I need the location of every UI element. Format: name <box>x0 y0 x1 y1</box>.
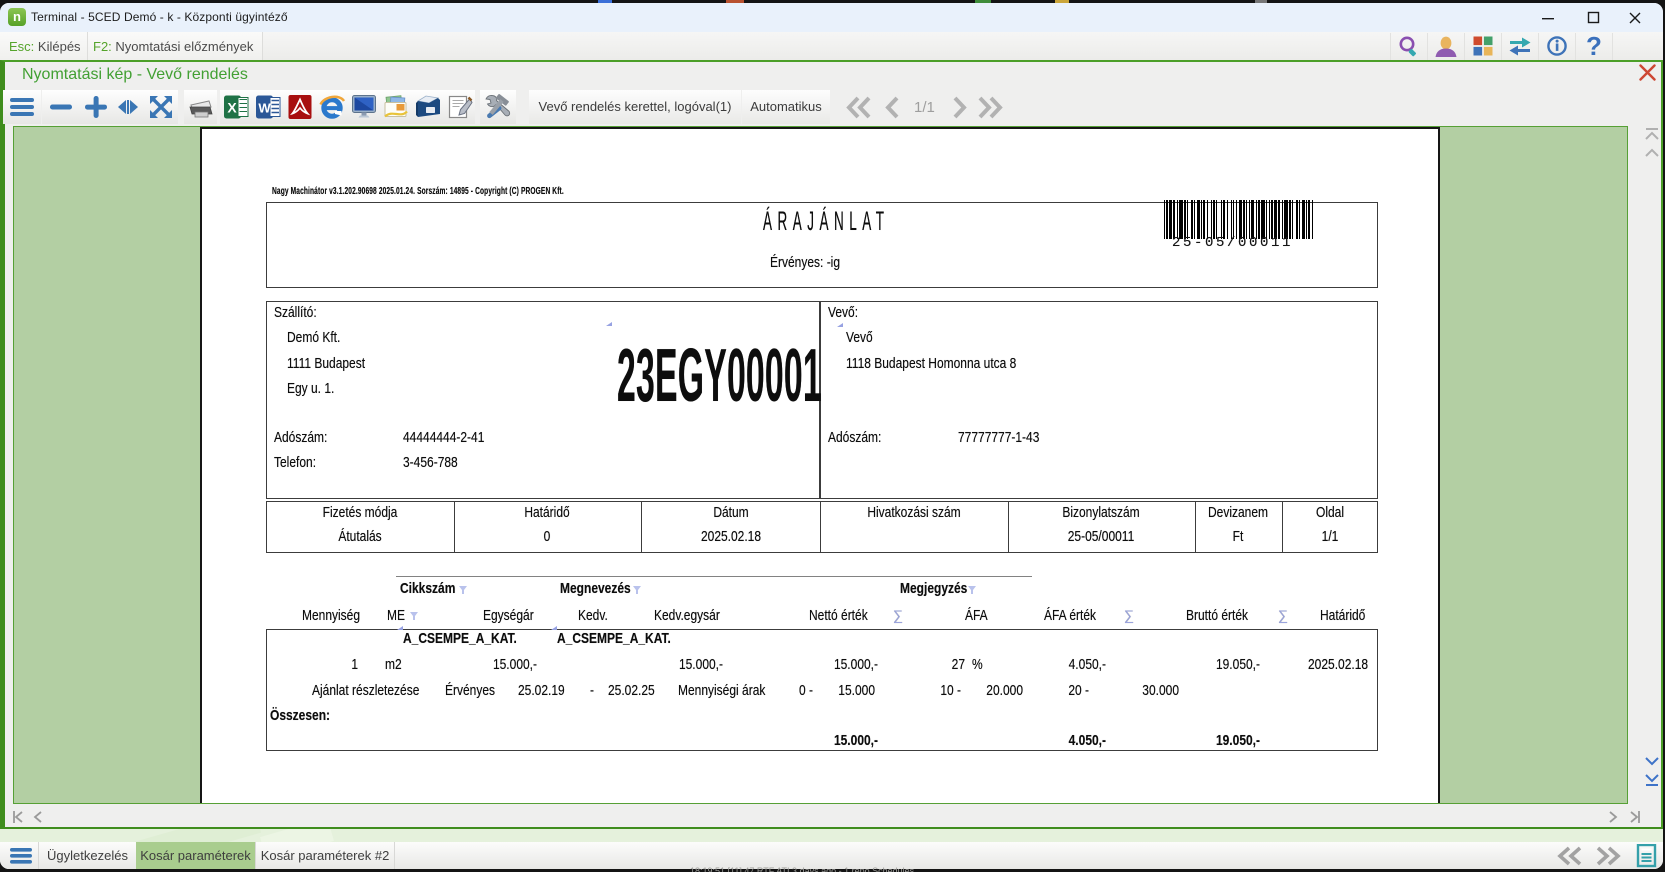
svg-text:?: ? <box>1586 33 1602 60</box>
svg-text:W: W <box>258 101 271 116</box>
svg-text:X: X <box>227 100 237 116</box>
